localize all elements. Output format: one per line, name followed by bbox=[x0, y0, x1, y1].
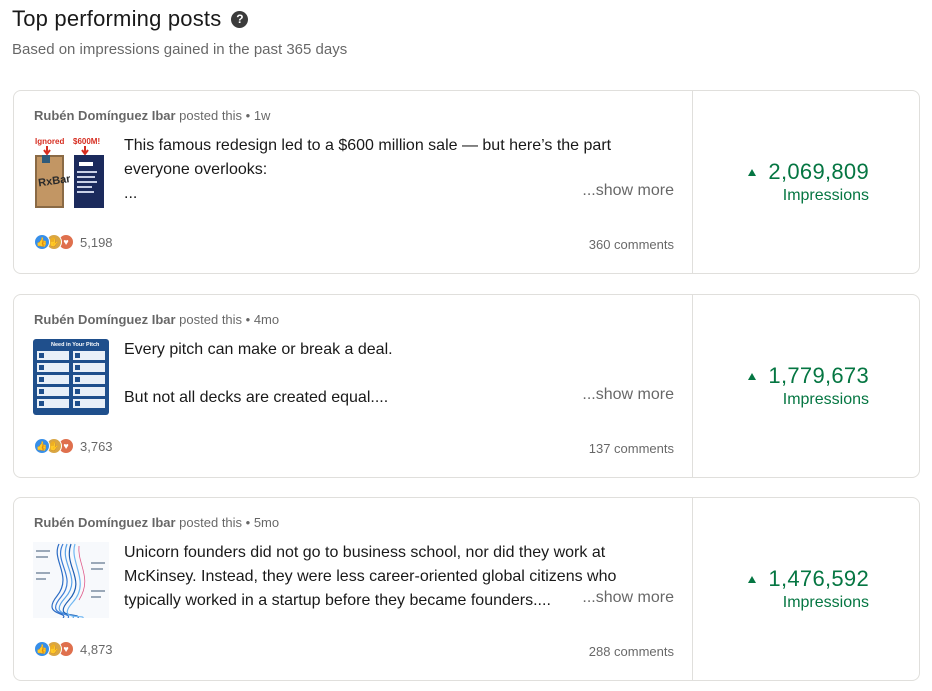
post-text-line bbox=[124, 362, 669, 386]
trend-up-icon bbox=[748, 372, 757, 380]
like-icon: 👍 bbox=[34, 438, 50, 454]
post-author-line: Rubén Domínguez Ibar posted this • 1w bbox=[34, 108, 270, 123]
impressions-value: 2,069,809 bbox=[768, 159, 869, 184]
comments-count[interactable]: 288 comments bbox=[589, 644, 674, 659]
impressions-value-row: 1,476,592 bbox=[748, 566, 869, 592]
post-text-line: This famous redesign led to a $600 milli… bbox=[124, 137, 612, 154]
author-name[interactable]: Rubén Domínguez Ibar bbox=[34, 312, 176, 327]
thumb-label-need: Need in Your Pitch bbox=[51, 342, 100, 348]
thumb-label-600m: $600M! bbox=[73, 137, 100, 146]
post-details[interactable]: Rubén Domínguez Ibar posted this • 1w Ig… bbox=[14, 91, 693, 273]
impressions-value: 1,476,592 bbox=[768, 566, 869, 591]
impressions-metric: 1,779,673 Impressions bbox=[748, 363, 869, 409]
post-card[interactable]: Rubén Domínguez Ibar posted this • 5mo U… bbox=[13, 497, 920, 681]
trend-up-icon bbox=[748, 575, 757, 583]
author-name[interactable]: Rubén Domínguez Ibar bbox=[34, 515, 176, 530]
impressions-value-row: 2,069,809 bbox=[748, 159, 869, 185]
reaction-count: 5,198 bbox=[80, 234, 113, 250]
show-more-link[interactable]: ...show more bbox=[578, 182, 674, 200]
thumb-label-ignored: Ignored bbox=[35, 137, 64, 146]
show-more-link[interactable]: ...show more bbox=[578, 589, 674, 607]
rxbar-packaging-thumbnail[interactable]: Ignored $600M! RxBar bbox=[33, 135, 109, 211]
author-name[interactable]: Rubén Domínguez Ibar bbox=[34, 108, 176, 123]
post-text-line: Every pitch can make or break a deal. bbox=[124, 341, 393, 358]
page-subtitle: Based on impressions gained in the past … bbox=[12, 41, 348, 58]
posted-time: posted this • 1w bbox=[175, 108, 271, 123]
pitch-deck-infographic-thumbnail[interactable]: Need in Your Pitch bbox=[33, 339, 109, 415]
impressions-label: Impressions bbox=[782, 187, 869, 204]
comments-count[interactable]: 360 comments bbox=[589, 237, 674, 252]
trend-up-icon bbox=[748, 168, 757, 176]
reactions-summary[interactable]: 👍 ✋ ♥ 4,873 bbox=[34, 641, 113, 657]
impressions-panel: 2,069,809 Impressions bbox=[693, 91, 919, 273]
question-circle-icon[interactable]: ? bbox=[231, 10, 249, 28]
reactions-summary[interactable]: 👍 ✋ ♥ 3,763 bbox=[34, 438, 113, 454]
posted-time: posted this • 5mo bbox=[175, 515, 280, 530]
page-title: Top performing posts bbox=[12, 6, 222, 31]
post-card[interactable]: Rubén Domínguez Ibar posted this • 4mo N… bbox=[13, 294, 920, 478]
impressions-metric: 1,476,592 Impressions bbox=[748, 566, 869, 612]
impressions-metric: 2,069,809 Impressions bbox=[748, 159, 869, 205]
like-icon: 👍 bbox=[34, 641, 50, 657]
impressions-panel: 1,779,673 Impressions bbox=[693, 295, 919, 477]
founder-paths-diagram-thumbnail[interactable] bbox=[33, 542, 109, 618]
impressions-label: Impressions bbox=[782, 391, 869, 408]
post-author-line: Rubén Domínguez Ibar posted this • 4mo bbox=[34, 312, 279, 327]
reaction-count: 4,873 bbox=[80, 641, 113, 657]
impressions-value-row: 1,779,673 bbox=[748, 363, 869, 389]
post-text-line: Unicorn founders did not go to business … bbox=[124, 544, 606, 561]
impressions-panel: 1,476,592 Impressions bbox=[693, 498, 919, 680]
reaction-count: 3,763 bbox=[80, 438, 113, 454]
post-text-line: everyone overlooks: bbox=[124, 161, 268, 178]
section-header: Top performing posts ? Based on impressi… bbox=[12, 6, 347, 58]
comments-count[interactable]: 137 comments bbox=[589, 441, 674, 456]
post-text-line: McKinsey. Instead, they were less career… bbox=[124, 568, 617, 585]
post-details[interactable]: Rubén Domínguez Ibar posted this • 4mo N… bbox=[14, 295, 693, 477]
post-details[interactable]: Rubén Domínguez Ibar posted this • 5mo U… bbox=[14, 498, 693, 680]
show-more-link[interactable]: ...show more bbox=[578, 386, 674, 404]
reactions-summary[interactable]: 👍 ✋ ♥ 5,198 bbox=[34, 234, 113, 250]
post-card[interactable]: Rubén Domínguez Ibar posted this • 1w Ig… bbox=[13, 90, 920, 274]
post-author-line: Rubén Domínguez Ibar posted this • 5mo bbox=[34, 515, 279, 530]
like-icon: 👍 bbox=[34, 234, 50, 250]
title-row: Top performing posts ? bbox=[12, 6, 347, 32]
posted-time: posted this • 4mo bbox=[175, 312, 280, 327]
impressions-value: 1,779,673 bbox=[768, 363, 869, 388]
impressions-label: Impressions bbox=[782, 594, 869, 611]
